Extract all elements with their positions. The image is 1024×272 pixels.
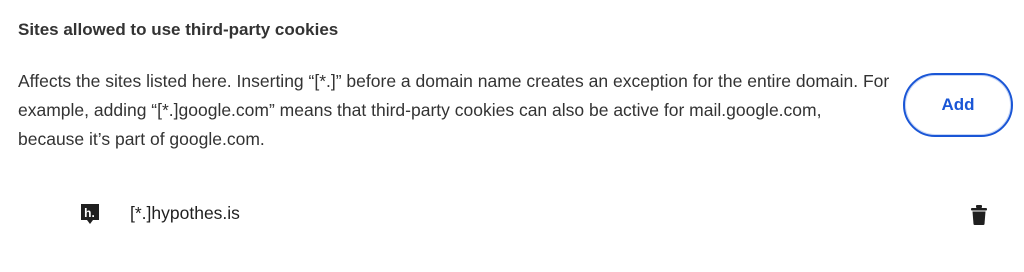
hypothesis-favicon: h. (81, 204, 99, 224)
site-list-item: h. [*.]hypothes.is (0, 190, 1024, 240)
add-site-button[interactable]: Add (903, 73, 1013, 137)
hypothesis-icon: h. (80, 203, 100, 225)
favicon-letter: h. (84, 206, 95, 220)
third-party-cookies-allowed-section: Sites allowed to use third-party cookies… (0, 0, 1024, 272)
section-title: Sites allowed to use third-party cookies (18, 20, 339, 39)
site-name: [*.]hypothes.is (130, 203, 240, 223)
delete-site-button[interactable] (964, 200, 994, 230)
section-description: Affects the sites listed here. Inserting… (18, 71, 890, 149)
trash-icon (971, 205, 987, 225)
